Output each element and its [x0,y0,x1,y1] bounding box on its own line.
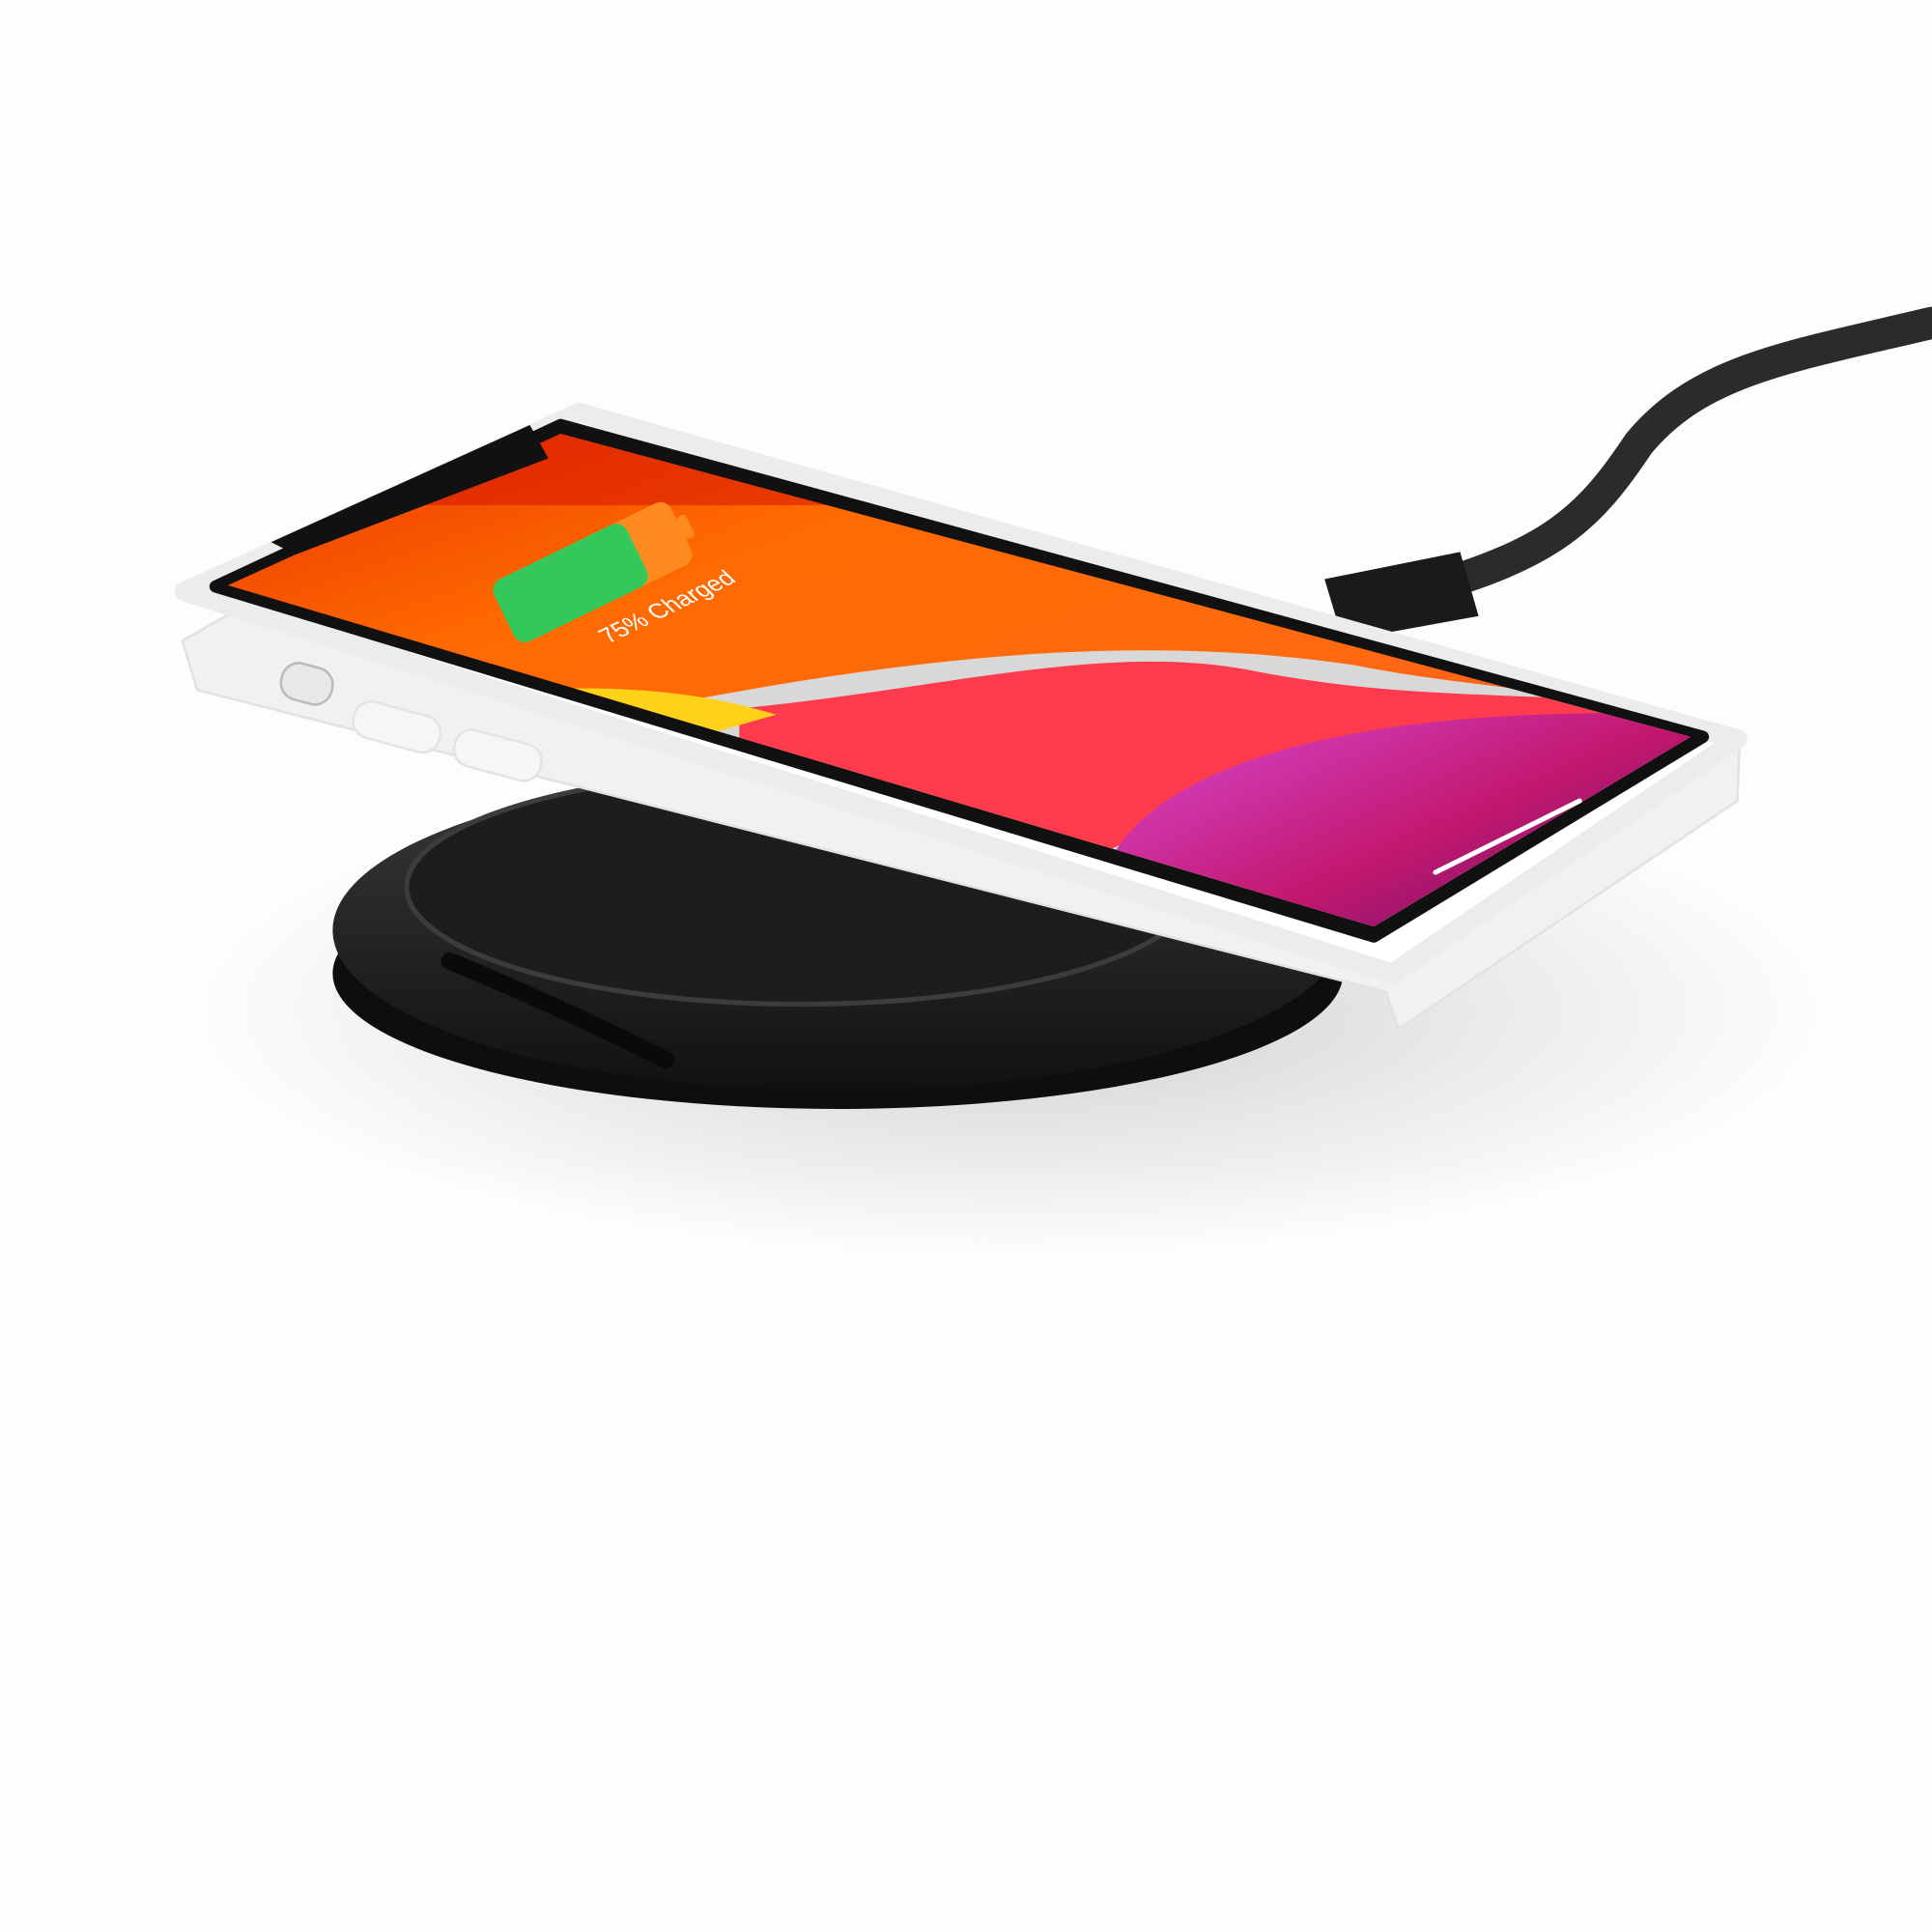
product-photo: 75% Charged [0,0,1932,1932]
phone-on-wireless-charger: 75% Charged [175,306,1932,1258]
charging-cable [1401,306,1932,608]
